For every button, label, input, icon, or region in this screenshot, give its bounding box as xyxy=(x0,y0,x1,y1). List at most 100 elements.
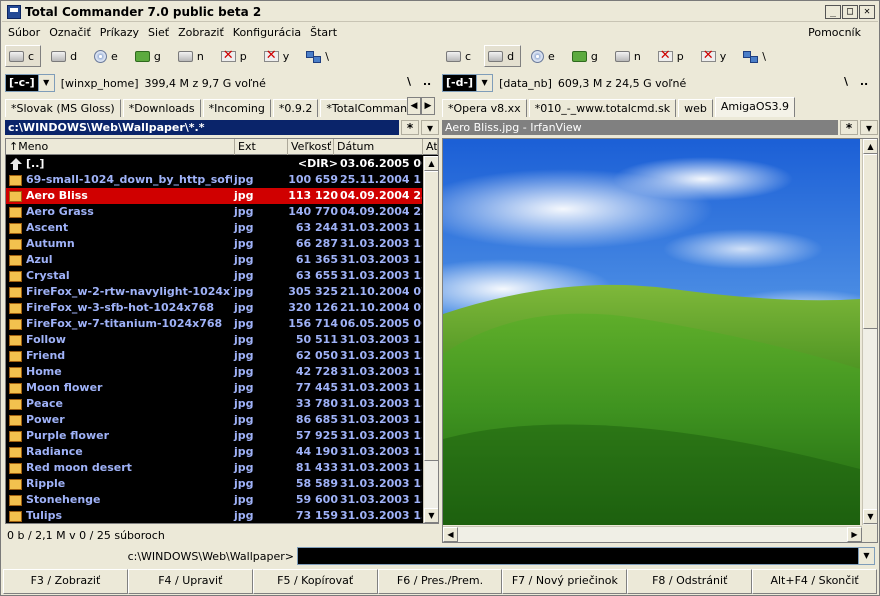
viewer-vertical-scrollbar[interactable]: ▲ ▼ xyxy=(862,139,877,525)
file-row[interactable]: Tulips jpg 73 15931.03.2003 13:00 xyxy=(6,508,422,523)
right-drive-select[interactable]: [-d-] ▼ xyxy=(442,74,494,92)
file-row[interactable]: Red moon desert jpg 81 43331.03.2003 13:00 xyxy=(6,460,422,476)
menu-prikazy[interactable]: Príkazy xyxy=(100,26,139,39)
right-drive-n[interactable]: n xyxy=(611,45,648,67)
tab-scroll-left-icon[interactable]: ◀ xyxy=(407,97,421,115)
file-row[interactable]: Purple flower jpg 57 92531.03.2003 13:00 xyxy=(6,428,422,444)
left-current-path[interactable]: c:\WINDOWS\Web\Wallpaper\*.* xyxy=(5,120,399,135)
maximize-button[interactable]: □ xyxy=(842,5,858,19)
f4-edit-button[interactable]: F4 / Upraviť xyxy=(127,569,253,594)
viewer-horizontal-scrollbar[interactable]: ◀ ▶ xyxy=(443,526,862,542)
tab-scroll-right-icon[interactable]: ▶ xyxy=(421,97,435,115)
left-root-button[interactable]: \ xyxy=(401,75,417,91)
menu-siet[interactable]: Sieť xyxy=(148,26,169,39)
close-button[interactable]: ✕ xyxy=(859,5,875,19)
file-row[interactable]: Aero Grass jpg 140 77004.09.2004 23:58 xyxy=(6,204,422,220)
right-hotlist-icon[interactable]: ▾ xyxy=(860,120,878,135)
tab-slovak-ms-gloss[interactable]: *Slovak (MS Gloss) xyxy=(5,99,121,117)
col-date[interactable]: Dátum xyxy=(334,139,423,155)
chevron-down-icon[interactable]: ▼ xyxy=(476,75,493,91)
altf4-exit-button[interactable]: Alt+F4 / Skončiť xyxy=(752,569,878,594)
menu-zobrazit[interactable]: Zobraziť xyxy=(178,26,224,39)
left-drive-n[interactable]: n xyxy=(174,45,211,67)
quick-view-panel[interactable]: ▲ ▼ ◀ ▶ xyxy=(442,138,878,543)
file-row[interactable]: Power jpg 86 68531.03.2003 13:00 xyxy=(6,412,422,428)
right-root-button[interactable]: \ xyxy=(838,75,854,91)
menu-pomocnik[interactable]: Pomocník xyxy=(808,26,861,39)
left-vertical-scrollbar[interactable]: ▲ ▼ xyxy=(423,156,438,523)
file-row[interactable]: Aero Bliss jpg 113 12004.09.2004 23:59 xyxy=(6,188,422,204)
file-row[interactable]: Autumn jpg 66 28731.03.2003 13:00 xyxy=(6,236,422,252)
left-hotlist-icon[interactable]: ▾ xyxy=(421,120,439,135)
left-history-button[interactable]: * xyxy=(401,120,419,135)
right-history-button[interactable]: * xyxy=(840,120,858,135)
file-row[interactable]: 69-small-1024_down_by_http_soft-best...j… xyxy=(6,172,422,188)
menu-oznacit[interactable]: Označiť xyxy=(49,26,91,39)
scroll-right-icon[interactable]: ▶ xyxy=(847,527,862,542)
file-row[interactable]: FireFox_w-7-titanium-1024x768 jpg 156 714 0… xyxy=(6,316,422,332)
left-drive-select[interactable]: [-c-] ▼ xyxy=(5,74,55,92)
scroll-thumb[interactable] xyxy=(424,171,438,461)
right-current-path[interactable]: Aero Bliss.jpg - IrfanView xyxy=(442,120,838,135)
file-row[interactable]: Follow jpg 50 51131.03.2003 13:00 xyxy=(6,332,422,348)
tab-0-9-2[interactable]: *0.9.2 xyxy=(272,99,319,117)
chevron-down-icon[interactable]: ▼ xyxy=(37,75,54,91)
col-name[interactable]: ↑Meno xyxy=(6,139,235,155)
tab-incoming[interactable]: *Incoming xyxy=(202,99,271,117)
tab-amigaos[interactable]: AmigaOS3.9 xyxy=(714,97,796,117)
file-row[interactable]: Stonehenge jpg 59 60031.03.2003 13:00 xyxy=(6,492,422,508)
tab-totalcmd-sk[interactable]: *010_-_www.totalcmd.sk xyxy=(528,99,677,117)
right-drive-network[interactable]: \ xyxy=(739,45,773,67)
left-drive-c[interactable]: c xyxy=(5,45,42,67)
f7-new-folder-button[interactable]: F7 / Nový priečinok xyxy=(502,569,628,594)
f3-view-button[interactable]: F3 / Zobraziť xyxy=(3,569,128,594)
left-drive-e[interactable]: e xyxy=(90,45,125,67)
parent-dir-row[interactable]: [..] <DIR>03.06.2005 06:32 xyxy=(6,156,422,172)
left-drive-network[interactable]: \ xyxy=(302,45,336,67)
minimize-button[interactable]: _ xyxy=(825,5,841,19)
col-attr[interactable]: Atr xyxy=(423,139,438,155)
left-up-button[interactable]: .. xyxy=(419,75,435,91)
file-row[interactable]: Home jpg 42 72831.03.2003 13:00 xyxy=(6,364,422,380)
file-row[interactable]: FireFox_w-3-sfb-hot-1024x768 jpg 320 126 21… xyxy=(6,300,422,316)
menu-start[interactable]: Štart xyxy=(310,26,337,39)
left-drive-p[interactable]: p xyxy=(217,45,254,67)
tab-opera[interactable]: *Opera v8.xx xyxy=(442,99,527,117)
right-drive-g[interactable]: g xyxy=(568,45,605,67)
file-row[interactable]: Ripple jpg 58 58931.03.2003 13:00 xyxy=(6,476,422,492)
right-drive-c[interactable]: c xyxy=(442,45,478,67)
scroll-down-icon[interactable]: ▼ xyxy=(424,508,438,523)
right-drive-p[interactable]: p xyxy=(654,45,691,67)
file-row[interactable]: Peace jpg 33 78031.03.2003 13:00 xyxy=(6,396,422,412)
f8-delete-button[interactable]: F8 / Odstrániť xyxy=(627,569,753,594)
tab-downloads[interactable]: *Downloads xyxy=(122,99,201,117)
f5-copy-button[interactable]: F5 / Kopírovať xyxy=(252,569,378,594)
file-row[interactable]: Friend jpg 62 05031.03.2003 13:00 xyxy=(6,348,422,364)
file-row[interactable]: Crystal jpg 63 65531.03.2003 13:00 xyxy=(6,268,422,284)
scroll-thumb[interactable] xyxy=(863,154,877,329)
scroll-up-icon[interactable]: ▲ xyxy=(863,139,877,154)
file-row[interactable]: FireFox_w-2-rtw-navylight-1024x768 jpg 305… xyxy=(6,284,422,300)
file-row[interactable]: Radiance jpg 44 19031.03.2003 13:00 xyxy=(6,444,422,460)
command-line-input[interactable] xyxy=(297,547,859,565)
left-file-list[interactable]: ↑Meno Ext Veľkosť Dátum Atr [..] <DIR>03.… xyxy=(5,138,439,524)
right-drive-y[interactable]: y xyxy=(697,45,734,67)
file-row[interactable]: Ascent jpg 63 24431.03.2003 13:00 xyxy=(6,220,422,236)
right-up-button[interactable]: .. xyxy=(856,75,872,91)
menu-konfiguracia[interactable]: Konfigurácia xyxy=(233,26,301,39)
scroll-down-icon[interactable]: ▼ xyxy=(863,509,877,524)
scroll-up-icon[interactable]: ▲ xyxy=(424,156,438,171)
left-drive-d[interactable]: d xyxy=(47,45,84,67)
file-row[interactable]: Moon flower jpg 77 44531.03.2003 13:00 xyxy=(6,380,422,396)
right-drive-d[interactable]: d xyxy=(484,45,522,67)
f6-move-rename-button[interactable]: F6 / Pres./Prem. xyxy=(377,569,503,594)
scroll-left-icon[interactable]: ◀ xyxy=(443,527,458,542)
left-drive-g[interactable]: g xyxy=(131,45,168,67)
right-drive-e[interactable]: e xyxy=(527,45,562,67)
col-size[interactable]: Veľkosť xyxy=(288,139,334,155)
chevron-down-icon[interactable]: ▼ xyxy=(859,547,875,565)
title-bar[interactable]: Total Commander 7.0 public beta 2 _ □ ✕ xyxy=(2,2,878,22)
file-row[interactable]: Azul jpg 61 36531.03.2003 13:00 xyxy=(6,252,422,268)
tab-web[interactable]: web xyxy=(678,99,713,117)
menu-subor[interactable]: Súbor xyxy=(8,26,40,39)
